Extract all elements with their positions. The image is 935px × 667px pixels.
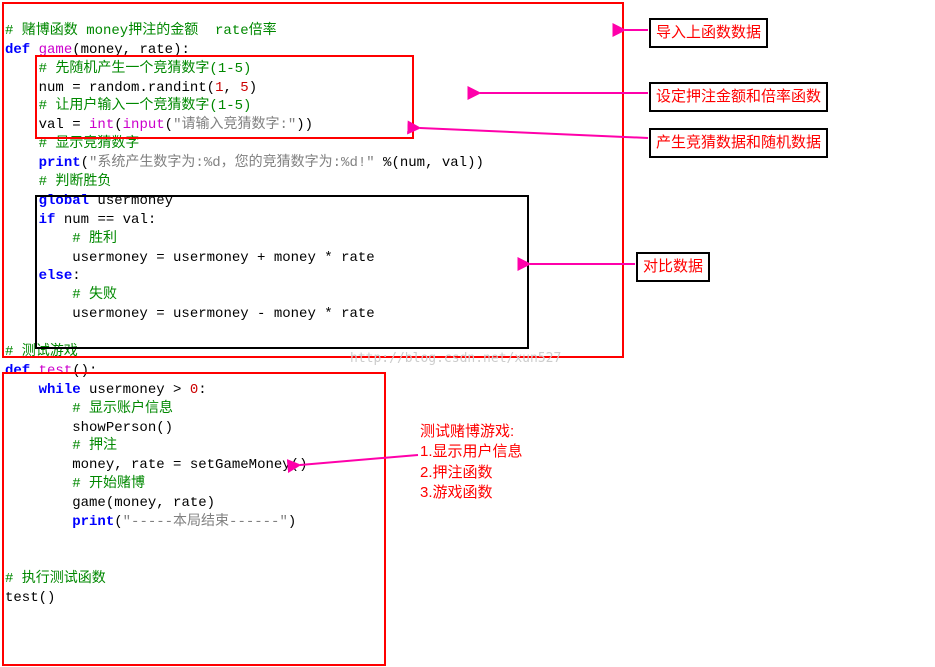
highlight-box-test-fn bbox=[2, 372, 386, 666]
highlight-box-compare bbox=[35, 195, 529, 349]
watermark: http://blog.csdn.net/xun527 bbox=[350, 350, 561, 368]
annotation-compare: 对比数据 bbox=[636, 252, 710, 282]
annotation-generate-guess: 产生竞猜数据和随机数据 bbox=[649, 128, 828, 158]
annotation-import: 导入上函数数据 bbox=[649, 18, 768, 48]
annotation-test-game: 测试赌博游戏: 1.显示用户信息 2.押注函数 3.游戏函数 bbox=[420, 422, 523, 503]
annotation-set-bet: 设定押注金额和倍率函数 bbox=[649, 82, 828, 112]
highlight-box-random-input bbox=[35, 55, 414, 139]
